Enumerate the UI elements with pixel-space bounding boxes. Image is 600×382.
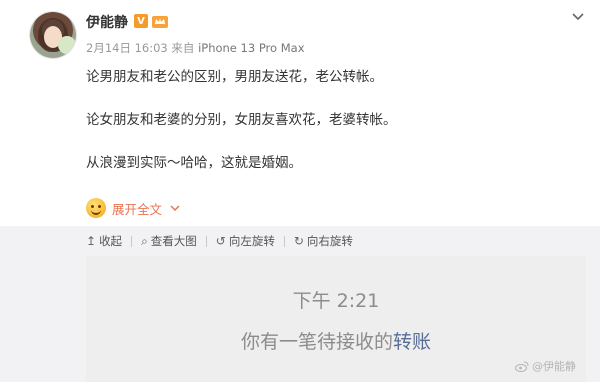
smile-emoji-icon — [86, 198, 106, 218]
transfer-message-text: 你有一笔待接收的 — [240, 331, 393, 353]
post-text-line-3: 从浪漫到实际～哈哈，这就是婚姻。 — [86, 155, 302, 171]
chat-timestamp: 下午 2:21 — [292, 290, 380, 312]
post-text-line-2: 论女朋友和老婆的分别，女朋友喜欢花，老婆转帐。 — [86, 112, 397, 128]
rotate-left-button[interactable]: ↺ 向左旋转 — [216, 233, 275, 249]
rotate-right-button[interactable]: ↻ 向右旋转 — [294, 233, 353, 249]
rotate-right-label: 向右旋转 — [306, 234, 353, 248]
collapse-label: 收起 — [99, 234, 123, 248]
post-text-line-1: 论男朋友和老公的区别，男朋友送花，老公转帐。 — [86, 69, 383, 85]
rotate-right-icon: ↻ — [293, 234, 304, 248]
avatar[interactable] — [30, 12, 76, 58]
rotate-left-icon: ↺ — [215, 234, 226, 248]
chevron-down-icon — [170, 205, 180, 212]
expand-label[interactable]: 展开全文 — [112, 199, 162, 218]
toolbar-divider — [131, 235, 133, 247]
transfer-message: 你有一笔待接收的转账 — [86, 327, 586, 354]
image-toolbar: ↥ 收起 ⌕ 查看大图 ↺ 向左旋转 ↻ 向右旋转 — [86, 233, 353, 249]
magnifier-icon: ⌕ — [141, 233, 148, 248]
attached-image[interactable]: 下午 2:21 你有一笔待接收的转账 — [86, 256, 586, 382]
weibo-logo-icon — [515, 361, 529, 372]
post-meta: 2月14日 16:03 来自 iPhone 13 Pro Max — [86, 40, 305, 56]
expand-full-text-button[interactable]: 展开全文 — [86, 197, 180, 219]
author-name[interactable]: 伊能静 — [86, 12, 128, 32]
toolbar-divider — [283, 235, 285, 247]
source-prefix: 来自 — [171, 41, 195, 55]
chevron-down-icon[interactable] — [571, 10, 585, 24]
verified-badge-icon: V — [134, 14, 148, 28]
crown-icon — [152, 16, 168, 28]
transfer-link: 转账 — [393, 331, 432, 353]
post-date[interactable]: 2月14日 16:03 — [86, 41, 168, 55]
watermark: @伊能静 — [515, 358, 576, 374]
watermark-text: @伊能静 — [532, 360, 576, 373]
collapse-arrow-icon: ↥ — [86, 234, 97, 248]
post-source: iPhone 13 Pro Max — [198, 41, 305, 55]
collapse-button[interactable]: ↥ 收起 — [86, 233, 122, 249]
view-large-label: 查看大图 — [150, 234, 197, 248]
rotate-left-label: 向左旋转 — [228, 234, 275, 248]
toolbar-divider — [205, 235, 207, 247]
view-large-button[interactable]: ⌕ 查看大图 — [141, 233, 197, 249]
